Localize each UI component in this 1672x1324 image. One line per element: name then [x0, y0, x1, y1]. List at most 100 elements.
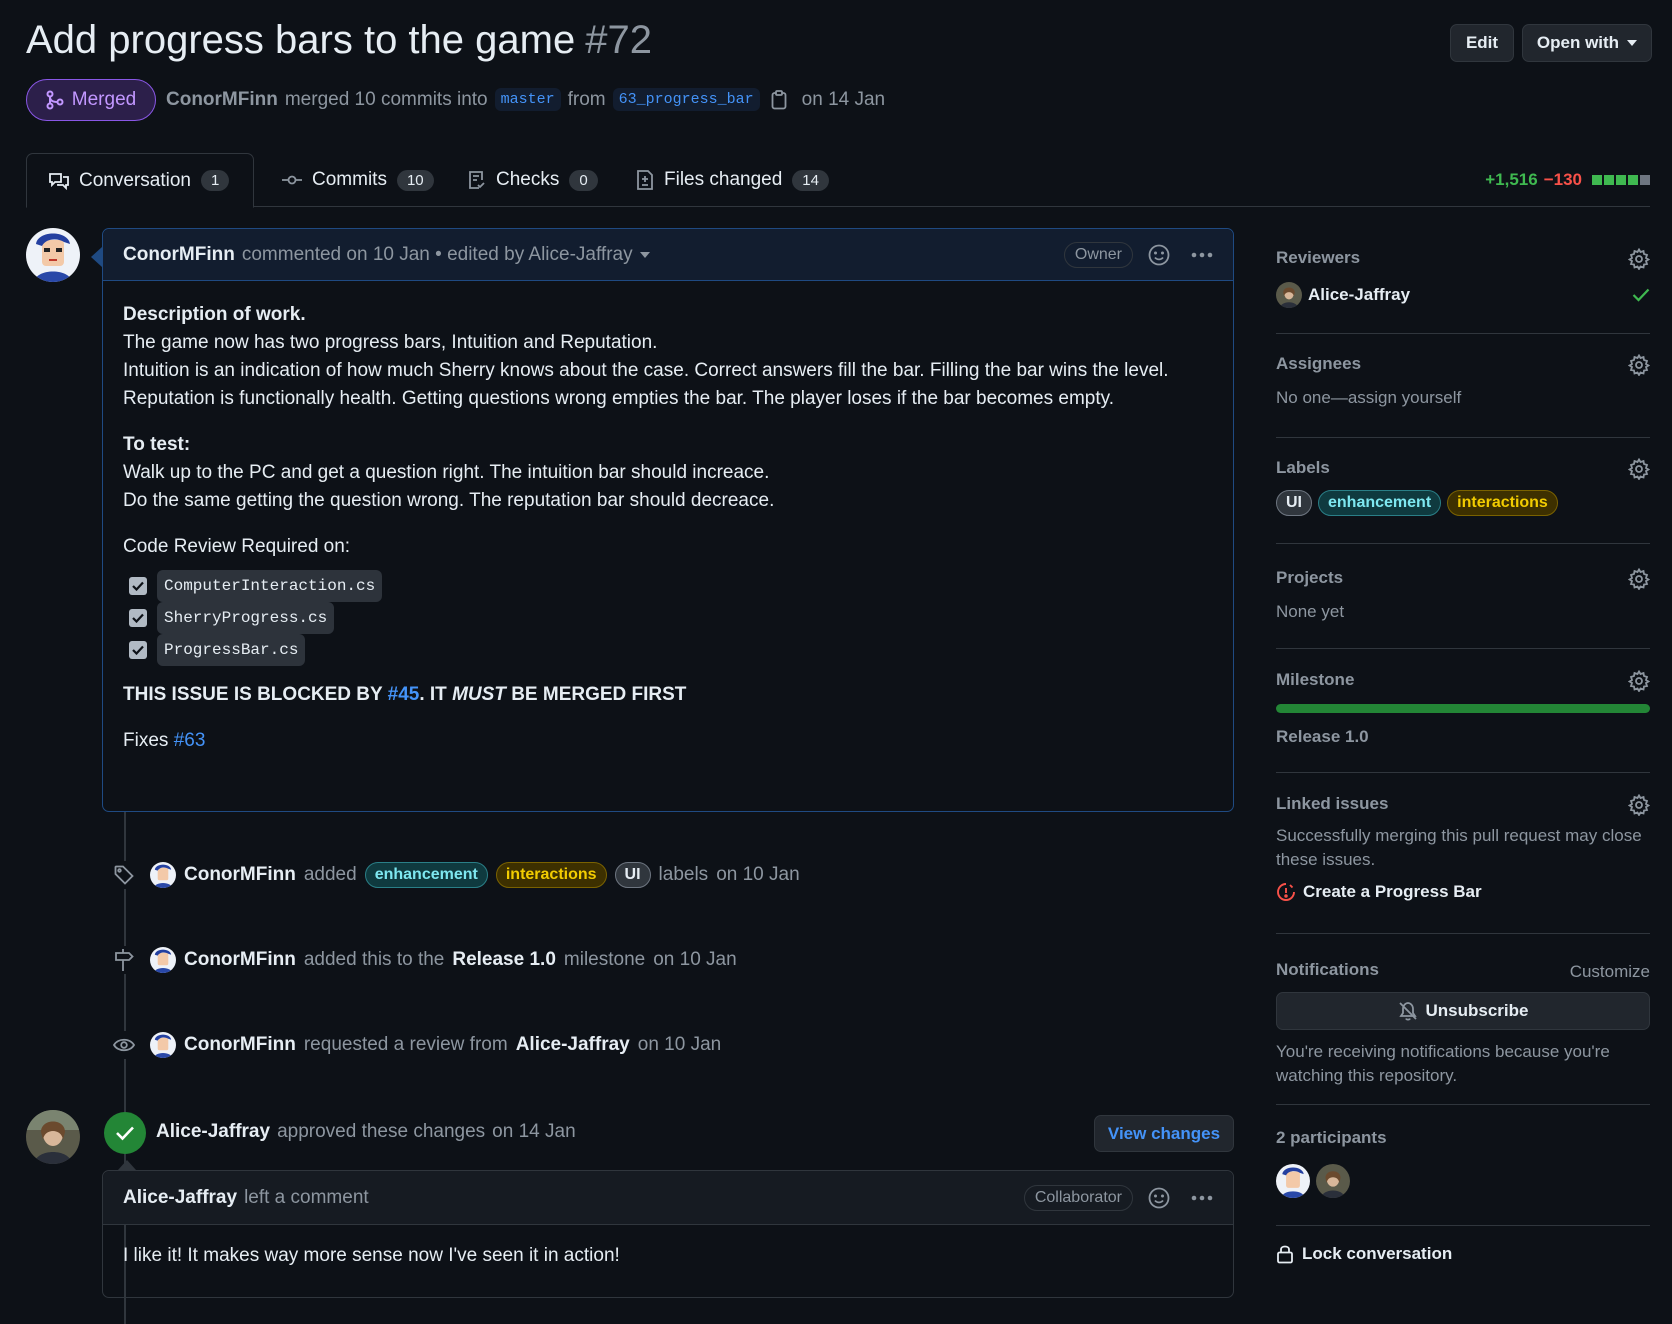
tab-conversation[interactable]: Conversation 1 — [26, 153, 254, 208]
avatar[interactable] — [150, 1032, 176, 1058]
diffstat-bar — [1592, 175, 1650, 185]
tab-checks[interactable]: Checks 0 — [446, 153, 620, 207]
smiley-icon[interactable] — [1148, 1187, 1170, 1209]
tab-counter: 14 — [792, 169, 829, 191]
comment-author[interactable]: Alice-Jaffray — [123, 1187, 237, 1209]
sidebar-title[interactable]: Linked issues — [1276, 794, 1650, 814]
lock-conversation-link[interactable]: Lock conversation — [1276, 1244, 1452, 1264]
reviewer-link[interactable]: Alice-Jaffray — [516, 1034, 630, 1056]
checkbox-checked-icon[interactable] — [129, 577, 147, 595]
event-date[interactable]: on 10 Jan — [638, 1034, 721, 1056]
smiley-icon[interactable] — [1148, 244, 1170, 266]
deletions-count: −130 — [1543, 170, 1582, 189]
unsubscribe-button[interactable]: Unsubscribe — [1276, 992, 1650, 1030]
label-enhancement[interactable]: enhancement — [1318, 490, 1442, 516]
sidebar-title[interactable]: Reviewers — [1276, 248, 1650, 268]
event-author[interactable]: ConorMFinn — [184, 949, 296, 971]
avatar[interactable] — [1276, 282, 1302, 308]
label-interactions[interactable]: interactions — [495, 862, 607, 888]
event-author[interactable]: Alice-Jaffray — [156, 1121, 270, 1143]
label-enhancement[interactable]: enhancement — [364, 862, 488, 888]
gear-icon[interactable] — [1628, 248, 1650, 270]
label-ui[interactable]: UI — [614, 862, 651, 888]
customize-link[interactable]: Customize — [1570, 960, 1650, 984]
timeline-approval-event: Alice-Jaffray approved these changes on … — [156, 1121, 576, 1143]
milestone-link[interactable]: Release 1.0 — [452, 949, 556, 971]
merge-summary: ConorMFinn merged 10 commits into master… — [166, 88, 885, 111]
linked-issue-item[interactable]: Create a Progress Bar — [1276, 882, 1650, 902]
avatar[interactable] — [26, 1110, 80, 1164]
base-branch[interactable]: master — [494, 88, 561, 111]
kebab-horizontal-icon[interactable] — [1191, 1195, 1213, 1201]
gear-icon[interactable] — [1628, 458, 1650, 480]
avatar[interactable] — [150, 947, 176, 973]
comment-author[interactable]: ConorMFinn — [123, 244, 235, 266]
gear-icon[interactable] — [1628, 670, 1650, 692]
issue-link-45[interactable]: #45 — [388, 684, 420, 705]
task-item[interactable]: ComputerInteraction.cs — [129, 570, 1213, 602]
open-with-button[interactable]: Open with — [1522, 24, 1652, 62]
label-ui[interactable]: UI — [1276, 490, 1312, 516]
checkbox-checked-icon[interactable] — [129, 641, 147, 659]
gear-icon[interactable] — [1628, 794, 1650, 816]
kebab-horizontal-icon[interactable] — [1191, 252, 1213, 258]
issue-link-63[interactable]: #63 — [174, 730, 206, 751]
linked-issues-text: Successfully merging this pull request m… — [1276, 826, 1642, 869]
avatar[interactable] — [26, 228, 80, 282]
assign-yourself-link[interactable]: No one—assign yourself — [1276, 386, 1650, 410]
description-line: Intuition is an indication of how much S… — [123, 360, 1169, 381]
reviewer-name[interactable]: Alice-Jaffray — [1308, 285, 1410, 305]
chevron-down-icon[interactable] — [639, 251, 650, 258]
participant-avatars — [1276, 1164, 1650, 1198]
event-date[interactable]: on 10 Jan — [653, 949, 736, 971]
merge-text: merged 10 commits into — [284, 88, 488, 110]
sidebar-title[interactable]: Labels — [1276, 458, 1650, 478]
avatar[interactable] — [1276, 1164, 1310, 1198]
bell-slash-icon — [1398, 1001, 1418, 1021]
view-changes-button[interactable]: View changes — [1094, 1115, 1234, 1152]
checkbox-checked-icon[interactable] — [129, 609, 147, 627]
milestone-name[interactable]: Release 1.0 — [1276, 727, 1650, 747]
sidebar-title[interactable]: Milestone — [1276, 670, 1650, 690]
gear-icon[interactable] — [1628, 568, 1650, 590]
pr-description-comment: ConorMFinn commented on 10 Jan • edited … — [102, 228, 1234, 812]
timeline-review-request-event: ConorMFinn requested a review from Alice… — [110, 1031, 721, 1059]
test-line: Walk up to the PC and get a question rig… — [123, 462, 770, 483]
event-author[interactable]: ConorMFinn — [184, 864, 296, 886]
event-date[interactable]: on 14 Jan — [492, 1121, 575, 1143]
sidebar-assignees: Assignees No one—assign yourself — [1276, 354, 1650, 438]
copy-icon[interactable] — [771, 89, 787, 110]
sidebar-title[interactable]: Assignees — [1276, 354, 1650, 374]
test-line: Do the same getting the question wrong. … — [123, 490, 775, 511]
tab-commits[interactable]: Commits 10 — [260, 153, 456, 207]
head-branch[interactable]: 63_progress_bar — [612, 88, 760, 111]
task-item[interactable]: SherryProgress.cs — [129, 602, 1213, 634]
additions-count: +1,516 — [1485, 170, 1538, 189]
task-item[interactable]: ProgressBar.cs — [129, 634, 1213, 666]
eye-icon — [110, 1031, 138, 1059]
comment-meta[interactable]: commented on 10 Jan • edited by Alice-Ja… — [242, 244, 633, 266]
task-file: ComputerInteraction.cs — [157, 570, 383, 602]
reviewer-row: Alice-Jaffray — [1276, 282, 1650, 308]
blocked-notice: THIS ISSUE IS BLOCKED BY #45. IT MUST BE… — [123, 681, 1213, 709]
avatar[interactable] — [150, 862, 176, 888]
label-interactions[interactable]: interactions — [1447, 490, 1558, 516]
notifications-reason: You're receiving notifications because y… — [1276, 1042, 1610, 1085]
tab-files-changed[interactable]: Files changed 14 — [614, 153, 851, 207]
event-action: requested a review from — [303, 1034, 508, 1055]
merge-date: on 14 Jan — [801, 88, 886, 110]
event-date[interactable]: on 10 Jan — [716, 864, 799, 886]
sidebar-projects: Projects None yet — [1276, 568, 1650, 649]
from-text: from — [567, 88, 606, 110]
edit-button[interactable]: Edit — [1450, 24, 1514, 62]
event-suffix: labels — [658, 864, 709, 885]
gear-icon[interactable] — [1628, 354, 1650, 376]
owner-badge: Owner — [1063, 241, 1133, 268]
test-heading: To test: — [123, 434, 191, 455]
event-author[interactable]: ConorMFinn — [184, 1034, 296, 1056]
merge-author[interactable]: ConorMFinn — [166, 89, 278, 111]
sidebar-title[interactable]: Projects — [1276, 568, 1650, 588]
pr-title-text: Add progress bars to the game — [26, 18, 576, 62]
avatar[interactable] — [1316, 1164, 1350, 1198]
linked-issue-title[interactable]: Create a Progress Bar — [1303, 882, 1482, 902]
